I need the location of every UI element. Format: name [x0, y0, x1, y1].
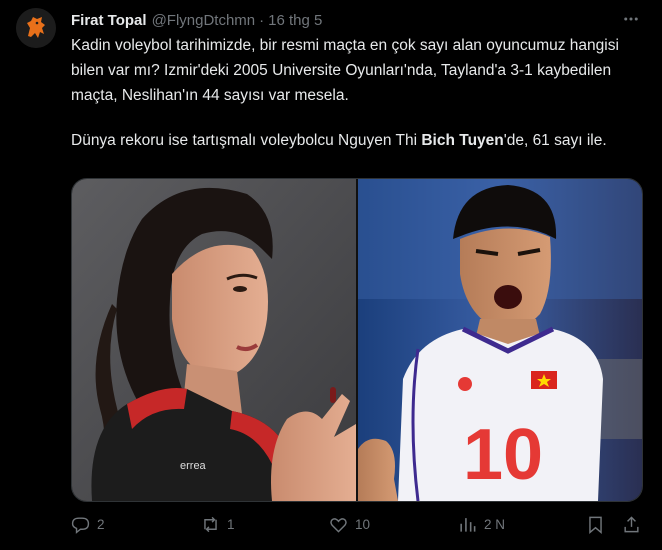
views-button[interactable]: 2 N: [458, 512, 505, 536]
like-button[interactable]: 10: [329, 512, 370, 536]
more-options-button[interactable]: [620, 8, 642, 30]
author-name[interactable]: Firat Topal: [71, 12, 147, 29]
share-button[interactable]: [622, 512, 641, 536]
bookmark-button[interactable]: [586, 512, 605, 536]
jersey-number: 10: [463, 415, 543, 495]
reply-icon: [71, 516, 90, 534]
author-handle[interactable]: @FlyngDtchmn: [152, 12, 256, 29]
highlighted-name: Bich Tuyen: [421, 132, 504, 149]
header-separator: ·: [259, 11, 265, 29]
female-volleyball-player-photo: errea: [72, 179, 356, 501]
bookmark-icon: [589, 516, 602, 534]
tweet-actions: 2 1 10 2 N: [71, 512, 646, 536]
reply-count: 2: [97, 516, 105, 532]
views-count: 2 N: [484, 516, 506, 532]
repost-button[interactable]: 1: [201, 512, 235, 536]
paragraph-2-end: 'de, 61 sayı ile.: [503, 132, 607, 149]
tweet[interactable]: Firat Topal @FlyngDtchmn · 16 thg 5 Kadi…: [0, 0, 662, 550]
tweet-date[interactable]: 16 thg 5: [268, 12, 322, 29]
media-photo-right[interactable]: 10: [358, 179, 642, 501]
like-icon: [330, 517, 347, 533]
tweet-paragraph-1: Kadin voleybol tarihimizde, bir resmi ma…: [71, 37, 619, 104]
more-horizontal-icon: [624, 17, 638, 21]
tweet-header: Firat Topal @FlyngDtchmn · 16 thg 5: [71, 10, 642, 30]
tweet-paragraph-2: Dünya rekoru ise tartışmalı voleybolcu N…: [71, 128, 646, 153]
media-photo-left[interactable]: errea: [72, 179, 356, 501]
like-count: 10: [355, 516, 371, 532]
media-grid: errea 10: [71, 178, 643, 502]
share-icon: [624, 515, 639, 532]
avatar[interactable]: [16, 8, 56, 48]
jersey-brand: errea: [180, 460, 207, 472]
paragraph-2-start: Dünya rekoru ise tartışmalı voleybolcu N…: [71, 132, 422, 149]
repost-count: 1: [227, 516, 235, 532]
tweet-text: Kadin voleybol tarihimizde, bir resmi ma…: [71, 33, 646, 153]
male-volleyball-player-photo: 10: [358, 179, 642, 501]
repost-icon: [204, 516, 217, 532]
reply-button[interactable]: 2: [71, 512, 105, 536]
lion-logo-icon: [16, 8, 56, 48]
views-icon: [460, 517, 476, 532]
